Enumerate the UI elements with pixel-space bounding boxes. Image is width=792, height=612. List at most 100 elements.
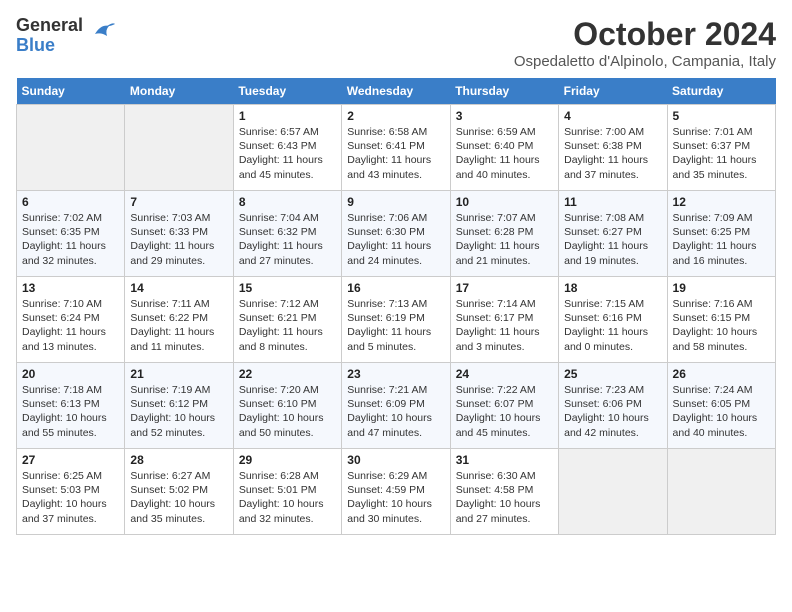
- day-info: Sunrise: 7:15 AMSunset: 6:16 PMDaylight:…: [564, 297, 661, 354]
- calendar-week-4: 20 Sunrise: 7:18 AMSunset: 6:13 PMDayligh…: [17, 363, 776, 449]
- day-number: 17: [456, 281, 553, 295]
- day-number: 10: [456, 195, 553, 209]
- day-number: 6: [22, 195, 119, 209]
- day-number: 14: [130, 281, 227, 295]
- weekday-header-friday: Friday: [559, 78, 667, 105]
- calendar-cell: 4Sunrise: 7:00 AMSunset: 6:38 PMDaylight…: [559, 105, 667, 191]
- calendar-cell: 2 Sunrise: 6:58 AMSunset: 6:41 PMDaylight…: [342, 105, 450, 191]
- calendar-cell: 27 Sunrise: 6:25 AMSunset: 5:03 PMDayligh…: [17, 449, 125, 535]
- day-info: Sunrise: 6:59 AMSunset: 6:40 PMDaylight:…: [456, 125, 553, 182]
- day-info: Sunrise: 7:03 AMSunset: 6:33 PMDaylight:…: [130, 211, 227, 268]
- day-info: Sunrise: 7:09 AMSunset: 6:25 PMDaylight:…: [673, 211, 770, 268]
- day-number: 8: [239, 195, 336, 209]
- calendar-cell: 20 Sunrise: 7:18 AMSunset: 6:13 PMDayligh…: [17, 363, 125, 449]
- page-header: General Blue October 2024 Ospedaletto d'…: [16, 16, 776, 70]
- calendar-cell: 12 Sunrise: 7:09 AMSunset: 6:25 PMDayligh…: [667, 191, 775, 277]
- day-info: Sunrise: 6:30 AMSunset: 4:58 PMDaylight:…: [456, 469, 553, 526]
- calendar-cell: 26 Sunrise: 7:24 AMSunset: 6:05 PMDayligh…: [667, 363, 775, 449]
- day-number: 25: [564, 367, 661, 381]
- day-info: Sunrise: 7:24 AMSunset: 6:05 PMDaylight:…: [673, 383, 770, 440]
- day-info: Sunrise: 7:20 AMSunset: 6:10 PMDaylight:…: [239, 383, 336, 440]
- day-number: 12: [673, 195, 770, 209]
- day-number: 18: [564, 281, 661, 295]
- weekday-header-row: SundayMondayTuesdayWednesdayThursdayFrid…: [17, 78, 776, 105]
- day-info: Sunrise: 7:11 AMSunset: 6:22 PMDaylight:…: [130, 297, 227, 354]
- logo-general: General: [16, 16, 83, 36]
- calendar-cell: 29 Sunrise: 6:28 AMSunset: 5:01 PMDayligh…: [233, 449, 341, 535]
- day-info: Sunrise: 7:12 AMSunset: 6:21 PMDaylight:…: [239, 297, 336, 354]
- day-info: Sunrise: 7:21 AMSunset: 6:09 PMDaylight:…: [347, 383, 444, 440]
- calendar-cell: 23 Sunrise: 7:21 AMSunset: 6:09 PMDayligh…: [342, 363, 450, 449]
- day-number: 29: [239, 453, 336, 467]
- day-info: Sunrise: 7:10 AMSunset: 6:24 PMDaylight:…: [22, 297, 119, 354]
- weekday-header-monday: Monday: [125, 78, 233, 105]
- location-title: Ospedaletto d'Alpinolo, Campania, Italy: [514, 53, 776, 70]
- day-number: 22: [239, 367, 336, 381]
- day-number: 7: [130, 195, 227, 209]
- calendar-cell: 13 Sunrise: 7:10 AMSunset: 6:24 PMDayligh…: [17, 277, 125, 363]
- logo-blue: Blue: [16, 36, 83, 56]
- calendar-table: SundayMondayTuesdayWednesdayThursdayFrid…: [16, 78, 776, 535]
- calendar-cell: 11Sunrise: 7:08 AMSunset: 6:27 PMDayligh…: [559, 191, 667, 277]
- calendar-week-5: 27 Sunrise: 6:25 AMSunset: 5:03 PMDayligh…: [17, 449, 776, 535]
- day-number: 3: [456, 109, 553, 123]
- calendar-cell: 8Sunrise: 7:04 AMSunset: 6:32 PMDaylight…: [233, 191, 341, 277]
- day-number: 19: [673, 281, 770, 295]
- day-number: 23: [347, 367, 444, 381]
- calendar-cell: 25 Sunrise: 7:23 AMSunset: 6:06 PMDayligh…: [559, 363, 667, 449]
- calendar-cell: 15 Sunrise: 7:12 AMSunset: 6:21 PMDayligh…: [233, 277, 341, 363]
- day-info: Sunrise: 7:06 AMSunset: 6:30 PMDaylight:…: [347, 211, 444, 268]
- calendar-week-1: 1 Sunrise: 6:57 AMSunset: 6:43 PMDaylight…: [17, 105, 776, 191]
- day-info: Sunrise: 6:29 AMSunset: 4:59 PMDaylight:…: [347, 469, 444, 526]
- day-info: Sunrise: 6:57 AMSunset: 6:43 PMDaylight:…: [239, 125, 336, 182]
- day-info: Sunrise: 7:23 AMSunset: 6:06 PMDaylight:…: [564, 383, 661, 440]
- day-info: Sunrise: 6:28 AMSunset: 5:01 PMDaylight:…: [239, 469, 336, 526]
- day-number: 1: [239, 109, 336, 123]
- calendar-cell: 10Sunrise: 7:07 AMSunset: 6:28 PMDayligh…: [450, 191, 558, 277]
- day-info: Sunrise: 6:58 AMSunset: 6:41 PMDaylight:…: [347, 125, 444, 182]
- logo-bird-icon: [87, 16, 117, 51]
- calendar-cell: 30Sunrise: 6:29 AMSunset: 4:59 PMDayligh…: [342, 449, 450, 535]
- calendar-cell: 31 Sunrise: 6:30 AMSunset: 4:58 PMDayligh…: [450, 449, 558, 535]
- weekday-header-wednesday: Wednesday: [342, 78, 450, 105]
- calendar-cell: 22 Sunrise: 7:20 AMSunset: 6:10 PMDayligh…: [233, 363, 341, 449]
- day-number: 16: [347, 281, 444, 295]
- day-info: Sunrise: 7:19 AMSunset: 6:12 PMDaylight:…: [130, 383, 227, 440]
- day-info: Sunrise: 7:00 AMSunset: 6:38 PMDaylight:…: [564, 125, 661, 182]
- day-number: 13: [22, 281, 119, 295]
- day-info: Sunrise: 7:14 AMSunset: 6:17 PMDaylight:…: [456, 297, 553, 354]
- weekday-header-tuesday: Tuesday: [233, 78, 341, 105]
- day-number: 26: [673, 367, 770, 381]
- calendar-cell: 28Sunrise: 6:27 AMSunset: 5:02 PMDayligh…: [125, 449, 233, 535]
- day-info: Sunrise: 7:18 AMSunset: 6:13 PMDaylight:…: [22, 383, 119, 440]
- day-info: Sunrise: 6:25 AMSunset: 5:03 PMDaylight:…: [22, 469, 119, 526]
- day-number: 9: [347, 195, 444, 209]
- day-number: 31: [456, 453, 553, 467]
- day-info: Sunrise: 7:08 AMSunset: 6:27 PMDaylight:…: [564, 211, 661, 268]
- calendar-cell: [17, 105, 125, 191]
- weekday-header-sunday: Sunday: [17, 78, 125, 105]
- calendar-cell: 18 Sunrise: 7:15 AMSunset: 6:16 PMDayligh…: [559, 277, 667, 363]
- day-info: Sunrise: 7:16 AMSunset: 6:15 PMDaylight:…: [673, 297, 770, 354]
- calendar-cell: 6 Sunrise: 7:02 AMSunset: 6:35 PMDaylight…: [17, 191, 125, 277]
- calendar-week-3: 13 Sunrise: 7:10 AMSunset: 6:24 PMDayligh…: [17, 277, 776, 363]
- day-number: 27: [22, 453, 119, 467]
- day-info: Sunrise: 7:02 AMSunset: 6:35 PMDaylight:…: [22, 211, 119, 268]
- calendar-cell: [559, 449, 667, 535]
- weekday-header-thursday: Thursday: [450, 78, 558, 105]
- day-number: 5: [673, 109, 770, 123]
- calendar-cell: 19 Sunrise: 7:16 AMSunset: 6:15 PMDayligh…: [667, 277, 775, 363]
- day-info: Sunrise: 7:13 AMSunset: 6:19 PMDaylight:…: [347, 297, 444, 354]
- calendar-cell: 1 Sunrise: 6:57 AMSunset: 6:43 PMDaylight…: [233, 105, 341, 191]
- day-number: 21: [130, 367, 227, 381]
- calendar-week-2: 6 Sunrise: 7:02 AMSunset: 6:35 PMDaylight…: [17, 191, 776, 277]
- calendar-cell: 14 Sunrise: 7:11 AMSunset: 6:22 PMDayligh…: [125, 277, 233, 363]
- day-number: 20: [22, 367, 119, 381]
- day-info: Sunrise: 6:27 AMSunset: 5:02 PMDaylight:…: [130, 469, 227, 526]
- calendar-cell: 24Sunrise: 7:22 AMSunset: 6:07 PMDayligh…: [450, 363, 558, 449]
- day-number: 15: [239, 281, 336, 295]
- month-title: October 2024: [514, 16, 776, 53]
- calendar-cell: 17 Sunrise: 7:14 AMSunset: 6:17 PMDayligh…: [450, 277, 558, 363]
- title-section: October 2024 Ospedaletto d'Alpinolo, Cam…: [514, 16, 776, 70]
- day-number: 2: [347, 109, 444, 123]
